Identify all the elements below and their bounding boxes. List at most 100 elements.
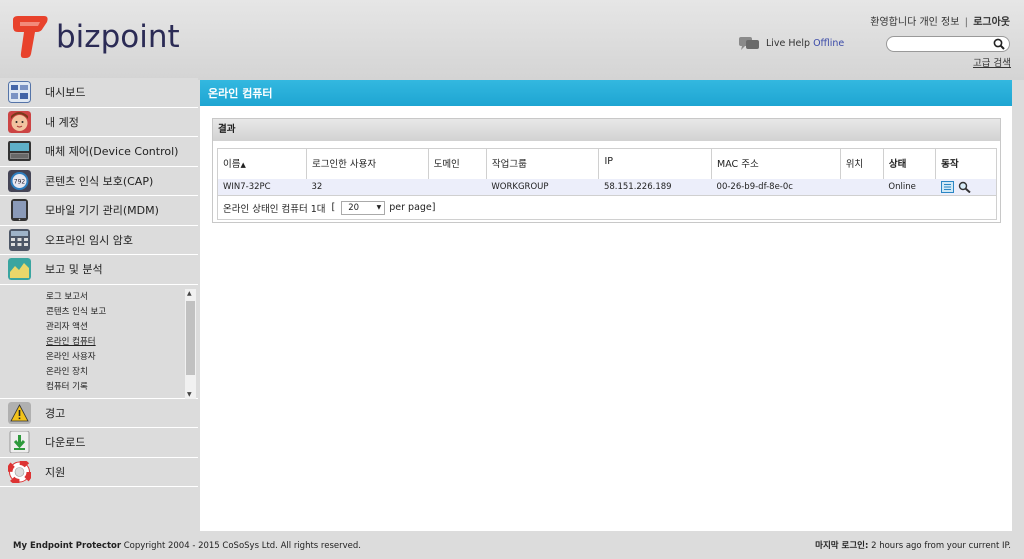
header: bizpoint 환영합니다 개인 정보 | 로그아웃 Live Help Of… bbox=[0, 0, 1024, 80]
last-login-value: 2 hours ago from your current IP. bbox=[871, 541, 1011, 551]
table-row[interactable]: WIN7-32PC 32 WORKGROUP 58.151.226.189 00… bbox=[218, 179, 996, 195]
sidebar-item-label: 콘텐츠 인식 보호(CAP) bbox=[45, 174, 154, 188]
table-pager: 온라인 상태인 컴퓨터 1대 [ 20 ▼ per page] bbox=[218, 195, 996, 219]
link-separator: | bbox=[964, 17, 968, 28]
cell-location bbox=[840, 179, 884, 195]
column-header-location[interactable]: 위치 bbox=[840, 149, 884, 179]
column-header-workgroup[interactable]: 작업그룹 bbox=[486, 149, 600, 179]
dashboard-icon bbox=[8, 81, 31, 104]
cell-workgroup: WORKGROUP bbox=[486, 179, 599, 195]
sidebar-item-offline-password[interactable]: 오프라인 임시 암호 bbox=[0, 226, 198, 255]
per-page-label: per page] bbox=[389, 202, 436, 213]
column-header-actions: 동작 bbox=[935, 149, 996, 179]
sidebar-item-label: 모바일 기기 관리(MDM) bbox=[45, 204, 159, 218]
column-header-name[interactable]: 이름▲ bbox=[218, 149, 307, 179]
search-input[interactable] bbox=[895, 37, 995, 51]
sidebar: 대시보드 내 계정 매체 제어(Device Control) 792 콘텐츠 … bbox=[0, 78, 198, 533]
submenu-item[interactable]: 로그 보고서 bbox=[46, 290, 198, 305]
submenu-item[interactable]: 온라인 컴퓨터 bbox=[46, 335, 198, 350]
sidebar-item-label: 다운로드 bbox=[45, 436, 86, 450]
sidebar-item-label: 대시보드 bbox=[45, 86, 86, 100]
footer-product: My Endpoint Protector bbox=[13, 541, 122, 551]
cell-user: 32 bbox=[306, 179, 429, 195]
cell-ip: 58.151.226.189 bbox=[598, 179, 712, 195]
column-header-domain[interactable]: 도메인 bbox=[428, 149, 487, 179]
sidebar-item-label: 경고 bbox=[45, 406, 66, 420]
advanced-search-link[interactable]: 고급 검색 bbox=[973, 55, 1011, 69]
calculator-icon bbox=[9, 228, 30, 251]
results-panel: 결과 이름▲ 로그인한 사용자 도메인 작업그룹 IP MAC 주소 위치 상태 bbox=[212, 118, 1001, 223]
page-title: 온라인 컴퓨터 bbox=[200, 80, 1012, 106]
lifebuoy-icon bbox=[8, 460, 31, 483]
sidebar-item-label: 지원 bbox=[45, 465, 66, 479]
scroll-down-icon[interactable]: ▼ bbox=[187, 391, 192, 398]
sidebar-item-label: 오프라인 임시 암호 bbox=[45, 233, 133, 247]
welcome-text: 환영합니다 bbox=[870, 17, 917, 28]
bizpoint-logo-mark bbox=[13, 16, 48, 58]
sidebar-item-my-account[interactable]: 내 계정 bbox=[0, 108, 198, 137]
warning-icon bbox=[8, 401, 31, 424]
sidebar-item-dashboard[interactable]: 대시보드 bbox=[0, 78, 198, 108]
scroll-up-icon[interactable]: ▲ bbox=[187, 290, 192, 297]
keyboard-icon bbox=[8, 141, 31, 162]
user-face-icon bbox=[8, 110, 31, 133]
footer-last-login: 마지막 로그인: 2 hours ago from your current I… bbox=[815, 533, 1011, 559]
page-size-select[interactable]: 20 ▼ bbox=[341, 200, 386, 215]
sidebar-item-download[interactable]: 다운로드 bbox=[0, 428, 198, 458]
sidebar-item-alerts[interactable]: 경고 bbox=[0, 399, 198, 428]
main-content: 온라인 컴퓨터 결과 이름▲ 로그인한 사용자 도메인 작업그룹 IP MAC … bbox=[200, 80, 1012, 531]
cell-status: Online bbox=[883, 179, 936, 195]
svg-text:792: 792 bbox=[14, 178, 26, 185]
submenu-item[interactable]: 콘텐츠 인식 보고 bbox=[46, 305, 198, 320]
footer-copyright-text: Copyright 2004 - 2015 CoSoSys Ltd. All r… bbox=[123, 541, 361, 551]
profile-link[interactable]: 개인 정보 bbox=[919, 17, 959, 28]
page-size-value: 20 bbox=[348, 202, 360, 213]
sidebar-item-reports-analysis[interactable]: 보고 및 분석 bbox=[0, 255, 198, 285]
chevron-down-icon: ▼ bbox=[376, 204, 382, 211]
column-header-mac[interactable]: MAC 주소 bbox=[711, 149, 841, 179]
sidebar-item-label: 내 계정 bbox=[45, 115, 79, 129]
footer: My Endpoint Protector Copyright 2004 - 2… bbox=[0, 533, 1024, 559]
brand-name: bizpoint bbox=[56, 19, 180, 55]
live-help-label: Live Help bbox=[766, 37, 811, 49]
search-box[interactable] bbox=[886, 36, 1010, 52]
tablet-icon bbox=[11, 199, 28, 222]
sidebar-item-device-control[interactable]: 매체 제어(Device Control) bbox=[0, 137, 198, 167]
column-header-status: 상태 bbox=[883, 149, 937, 179]
footer-copyright: My Endpoint Protector Copyright 2004 - 2… bbox=[13, 533, 361, 559]
chat-bubble-icon bbox=[739, 37, 759, 50]
brand-logo[interactable]: bizpoint bbox=[10, 14, 180, 60]
cell-name: WIN7-32PC bbox=[218, 179, 307, 195]
details-icon[interactable] bbox=[940, 181, 954, 193]
submenu-item[interactable]: 관리자 액션 bbox=[46, 320, 198, 335]
logout-link[interactable]: 로그아웃 bbox=[973, 17, 1010, 28]
panel-title: 결과 bbox=[213, 119, 1000, 141]
search-icon[interactable] bbox=[993, 38, 1005, 50]
sidebar-item-label: 보고 및 분석 bbox=[45, 263, 103, 277]
live-help-status: Offline bbox=[813, 37, 845, 49]
sidebar-item-content-aware-protection[interactable]: 792 콘텐츠 인식 보호(CAP) bbox=[0, 167, 198, 196]
submenu-item[interactable]: 컴퓨터 기록 bbox=[46, 380, 198, 393]
sidebar-item-support[interactable]: 지원 bbox=[0, 458, 198, 487]
cell-mac: 00-26-b9-df-8e-0c bbox=[711, 179, 841, 195]
submenu-item[interactable]: 온라인 장치 bbox=[46, 365, 198, 380]
download-icon bbox=[9, 431, 30, 454]
submenu-item[interactable]: 온라인 사용자 bbox=[46, 350, 198, 365]
scrollbar-thumb[interactable] bbox=[186, 300, 195, 375]
sort-ascending-icon: ▲ bbox=[240, 161, 246, 169]
column-header-ip[interactable]: IP bbox=[598, 149, 713, 179]
column-header-user[interactable]: 로그인한 사용자 bbox=[306, 149, 429, 179]
cap-badge-icon: 792 bbox=[8, 169, 31, 192]
cell-domain bbox=[428, 179, 487, 195]
pager-bracket: [ bbox=[331, 202, 336, 213]
chart-icon bbox=[8, 258, 31, 281]
live-help[interactable]: Live Help Offline bbox=[738, 35, 844, 51]
search-computer-icon[interactable] bbox=[958, 181, 972, 193]
sidebar-item-mdm[interactable]: 모바일 기기 관리(MDM) bbox=[0, 196, 198, 226]
pager-summary: 온라인 상태인 컴퓨터 1대 bbox=[223, 203, 326, 215]
last-login-label: 마지막 로그인: bbox=[815, 541, 869, 551]
submenu-scrollbar[interactable]: ▲ ▼ bbox=[185, 288, 196, 399]
results-table: 이름▲ 로그인한 사용자 도메인 작업그룹 IP MAC 주소 위치 상태 동작… bbox=[217, 148, 997, 220]
reports-submenu: 로그 보고서 콘텐츠 인식 보고 관리자 액션 온라인 컴퓨터 온라인 사용자 온라인 장… bbox=[0, 285, 198, 399]
top-links: 환영합니다 개인 정보 | 로그아웃 bbox=[870, 13, 1010, 28]
